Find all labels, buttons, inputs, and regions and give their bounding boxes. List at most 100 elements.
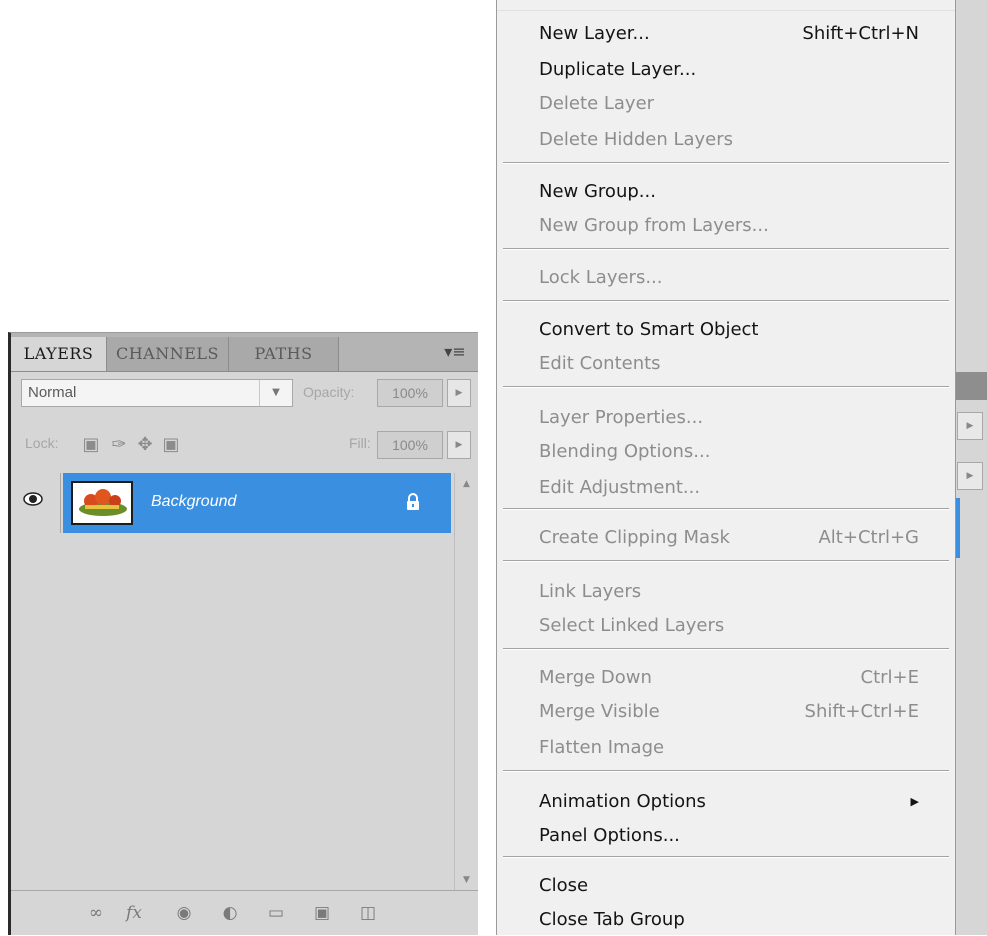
- menu-item-edit-adjustment: Edit Adjustment...: [539, 472, 919, 504]
- layer-row-background[interactable]: Background: [11, 473, 451, 533]
- submenu-arrow-icon: ▶: [910, 795, 919, 808]
- menu-item-label: Duplicate Layer...: [539, 59, 697, 80]
- menu-item-animation-options[interactable]: Animation Options ▶: [539, 786, 919, 818]
- tab-layers[interactable]: LAYERS: [11, 337, 107, 371]
- menu-item-label: Merge Down: [539, 667, 652, 688]
- menu-item-panel-options[interactable]: Panel Options...: [539, 820, 919, 852]
- lock-all-icon[interactable]: ▣: [161, 435, 181, 455]
- menu-separator: [503, 386, 949, 388]
- menu-item-label: Blending Options...: [539, 441, 711, 462]
- fill-field[interactable]: 100%: [377, 431, 443, 459]
- menu-item-label: Panel Options...: [539, 825, 680, 846]
- opacity-field[interactable]: 100%: [377, 379, 443, 407]
- panel-tab-bar: LAYERS CHANNELS PATHS ▾≡: [11, 333, 478, 372]
- menu-item-edit-contents: Edit Contents: [539, 348, 919, 380]
- menu-item-label: Convert to Smart Object: [539, 319, 759, 340]
- menu-top-edge: [497, 10, 955, 11]
- chevron-down-icon: ▼: [259, 380, 292, 406]
- adjustment-icon[interactable]: ◐: [217, 901, 243, 925]
- menu-item-label: Layer Properties...: [539, 407, 704, 428]
- scroll-down-icon[interactable]: ▼: [455, 875, 478, 885]
- opacity-stepper[interactable]: ▶: [447, 379, 471, 407]
- menu-item-label: Flatten Image: [539, 737, 665, 758]
- background-panel-edge: ▶ ▶: [955, 0, 987, 935]
- blend-mode-value: Normal: [28, 384, 77, 401]
- mask-icon[interactable]: ◉: [171, 901, 197, 925]
- blend-mode-select[interactable]: Normal ▼: [21, 379, 293, 407]
- lock-fill-row: Lock: ▣ ✑ ✥ ▣ Fill: 100% ▶: [11, 423, 478, 463]
- menu-item-label: Lock Layers...: [539, 267, 663, 288]
- background-stepper-2: ▶: [957, 462, 983, 490]
- tab-channels[interactable]: CHANNELS: [107, 337, 229, 371]
- lock-label: Lock:: [25, 435, 59, 451]
- menu-separator: [503, 856, 949, 858]
- menu-item-select-linked-layers: Select Linked Layers: [539, 610, 919, 642]
- menu-separator: [503, 560, 949, 562]
- menu-item-layer-properties: Layer Properties...: [539, 402, 919, 434]
- fill-label: Fill:: [349, 435, 371, 451]
- menu-item-label: New Layer...: [539, 23, 650, 44]
- tab-paths[interactable]: PATHS: [229, 337, 339, 371]
- layer-thumbnail-image: [73, 483, 131, 523]
- panel-menu-icon[interactable]: ▾≡: [444, 343, 466, 361]
- menu-item-label: Close Tab Group: [539, 909, 685, 930]
- menu-separator: [503, 648, 949, 650]
- layer-name: Background: [151, 493, 237, 510]
- menu-item-label: Edit Adjustment...: [539, 477, 701, 498]
- menu-item-lock-layers: Lock Layers...: [539, 262, 919, 294]
- layers-panel: LAYERS CHANNELS PATHS ▾≡ Normal ▼ Opacit…: [8, 332, 478, 935]
- layers-panel-footer: ∞ fx ◉ ◐ ▭ ▣ ◫: [11, 890, 478, 935]
- background-tab-strip: [955, 372, 987, 400]
- menu-item-shortcut: Alt+Ctrl+G: [818, 527, 919, 548]
- menu-item-delete-layer: Delete Layer: [539, 88, 919, 120]
- eye-icon: [23, 492, 43, 506]
- menu-item-delete-hidden-layers: Delete Hidden Layers: [539, 124, 919, 156]
- menu-separator: [503, 770, 949, 772]
- menu-separator: [503, 508, 949, 510]
- menu-item-label: Animation Options: [539, 791, 706, 812]
- menu-item-new-layer[interactable]: New Layer... Shift+Ctrl+N: [539, 18, 919, 50]
- new-layer-icon[interactable]: ▣: [309, 901, 335, 925]
- menu-item-shortcut: Shift+Ctrl+N: [802, 23, 919, 44]
- menu-item-flatten-image: Flatten Image: [539, 732, 919, 764]
- menu-item-label: New Group from Layers...: [539, 215, 769, 236]
- menu-item-label: Select Linked Layers: [539, 615, 725, 636]
- menu-item-blending-options: Blending Options...: [539, 436, 919, 468]
- fill-stepper[interactable]: ▶: [447, 431, 471, 459]
- menu-item-create-clipping-mask: Create Clipping Mask Alt+Ctrl+G: [539, 522, 919, 554]
- menu-item-label: Create Clipping Mask: [539, 527, 730, 548]
- fx-icon[interactable]: fx: [121, 901, 147, 925]
- menu-item-merge-visible: Merge Visible Shift+Ctrl+E: [539, 696, 919, 728]
- menu-item-label: Delete Hidden Layers: [539, 129, 734, 150]
- link-icon[interactable]: ∞: [83, 901, 109, 925]
- trash-icon[interactable]: ◫: [355, 901, 381, 925]
- layers-scrollbar[interactable]: ▲ ▼: [454, 473, 478, 891]
- menu-item-new-group[interactable]: New Group...: [539, 176, 919, 208]
- group-folder-icon[interactable]: ▭: [263, 901, 289, 925]
- menu-item-label: New Group...: [539, 181, 656, 202]
- menu-item-shortcut: Ctrl+E: [860, 667, 919, 688]
- visibility-toggle[interactable]: [11, 473, 61, 533]
- menu-item-label: Edit Contents: [539, 353, 661, 374]
- menu-item-convert-to-smart-object[interactable]: Convert to Smart Object: [539, 314, 919, 346]
- layer-thumbnail: [71, 481, 133, 525]
- menu-item-label: Merge Visible: [539, 701, 660, 722]
- layers-panel-menu: New Layer... Shift+Ctrl+N Duplicate Laye…: [496, 0, 956, 935]
- layer-selection-highlight[interactable]: Background: [63, 473, 451, 533]
- lock-icon: [407, 493, 419, 510]
- lock-transparency-icon[interactable]: ▣: [81, 435, 101, 455]
- menu-item-link-layers: Link Layers: [539, 576, 919, 608]
- menu-item-label: Delete Layer: [539, 93, 655, 114]
- menu-item-label: Close: [539, 875, 589, 896]
- menu-item-label: Link Layers: [539, 581, 642, 602]
- opacity-label: Opacity:: [303, 384, 355, 400]
- lock-brush-icon[interactable]: ✑: [109, 435, 129, 455]
- menu-item-close[interactable]: Close: [539, 870, 919, 902]
- menu-separator: [503, 300, 949, 302]
- lock-move-icon[interactable]: ✥: [135, 435, 155, 455]
- scroll-up-icon[interactable]: ▲: [455, 479, 478, 489]
- menu-item-close-tab-group[interactable]: Close Tab Group: [539, 904, 919, 936]
- menu-item-merge-down: Merge Down Ctrl+E: [539, 662, 919, 694]
- background-stepper-1: ▶: [957, 412, 983, 440]
- menu-item-duplicate-layer[interactable]: Duplicate Layer...: [539, 54, 919, 86]
